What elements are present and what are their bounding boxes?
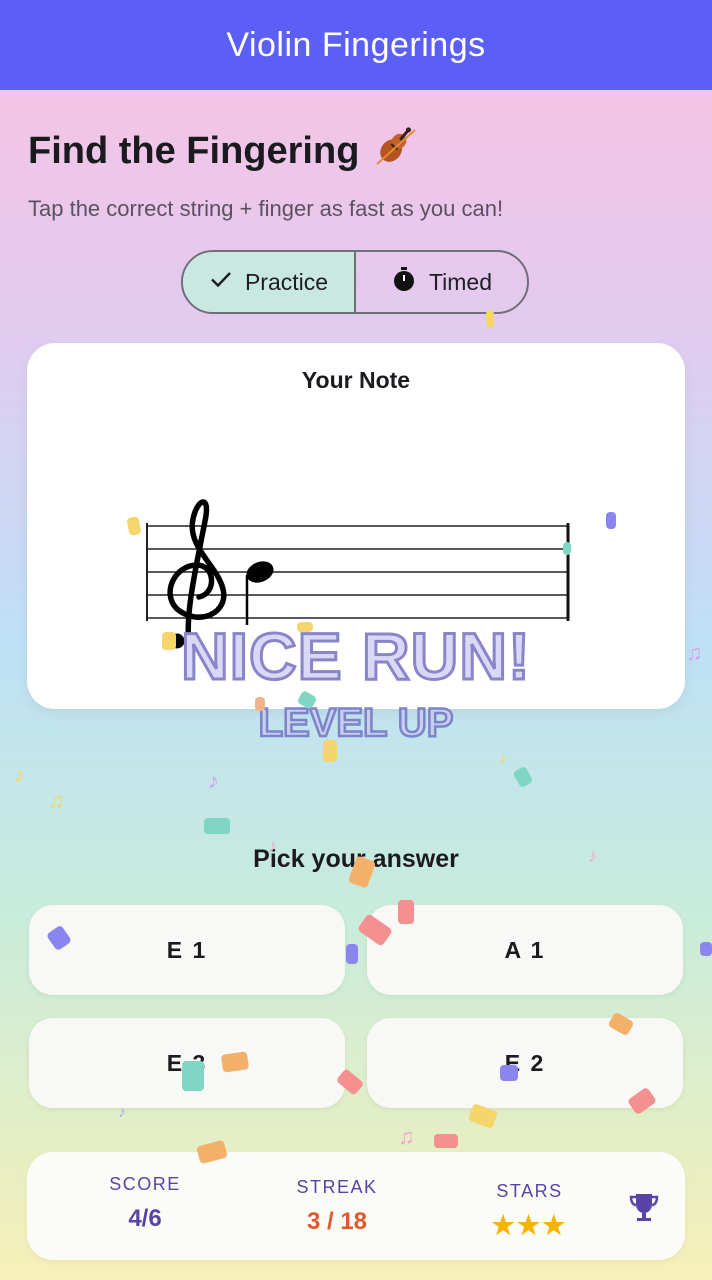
mode-practice-label: Practice <box>244 268 329 295</box>
celebration-headline: NICE RUN! <box>180 618 532 695</box>
app-title: Violin Fingerings <box>226 25 486 64</box>
score-stat: SCORE 4/6 <box>95 1174 195 1233</box>
mode-timed-button[interactable]: Timed <box>356 252 527 312</box>
mode-timed-label: Timed <box>428 268 493 295</box>
stars-stat: STARS ★★★ <box>472 1181 587 1241</box>
trophy-icon[interactable] <box>627 1190 661 1229</box>
stars-label: STARS <box>496 1181 563 1201</box>
score-label: SCORE <box>109 1174 181 1194</box>
mode-practice-button[interactable]: Practice <box>183 252 356 312</box>
check-icon <box>209 267 233 297</box>
stopwatch-icon <box>391 266 417 298</box>
answer-button-a1[interactable]: A 1 <box>367 905 683 995</box>
streak-stat: STREAK 3 / 18 <box>277 1177 397 1236</box>
streak-value: 3 / 18 <box>306 1208 368 1235</box>
note-head <box>245 561 274 625</box>
answer-button-e1[interactable]: E 1 <box>29 905 345 995</box>
app-bar: Violin Fingerings <box>0 0 712 90</box>
celebration-subline: LEVEL UP <box>257 700 454 747</box>
page-subtitle: Tap the correct string + finger as fast … <box>28 196 504 221</box>
page-title: Find the Fingering <box>28 122 419 180</box>
mode-toggle: Practice Timed <box>181 250 529 314</box>
streak-label: STREAK <box>296 1177 378 1197</box>
violin-icon <box>371 122 419 180</box>
page-title-text: Find the Fingering <box>28 129 360 172</box>
stars-value: ★★★ <box>491 1210 568 1240</box>
stats-bar: SCORE 4/6 STREAK 3 / 18 STARS ★★★ <box>27 1152 685 1260</box>
score-value: 4/6 <box>128 1205 162 1232</box>
